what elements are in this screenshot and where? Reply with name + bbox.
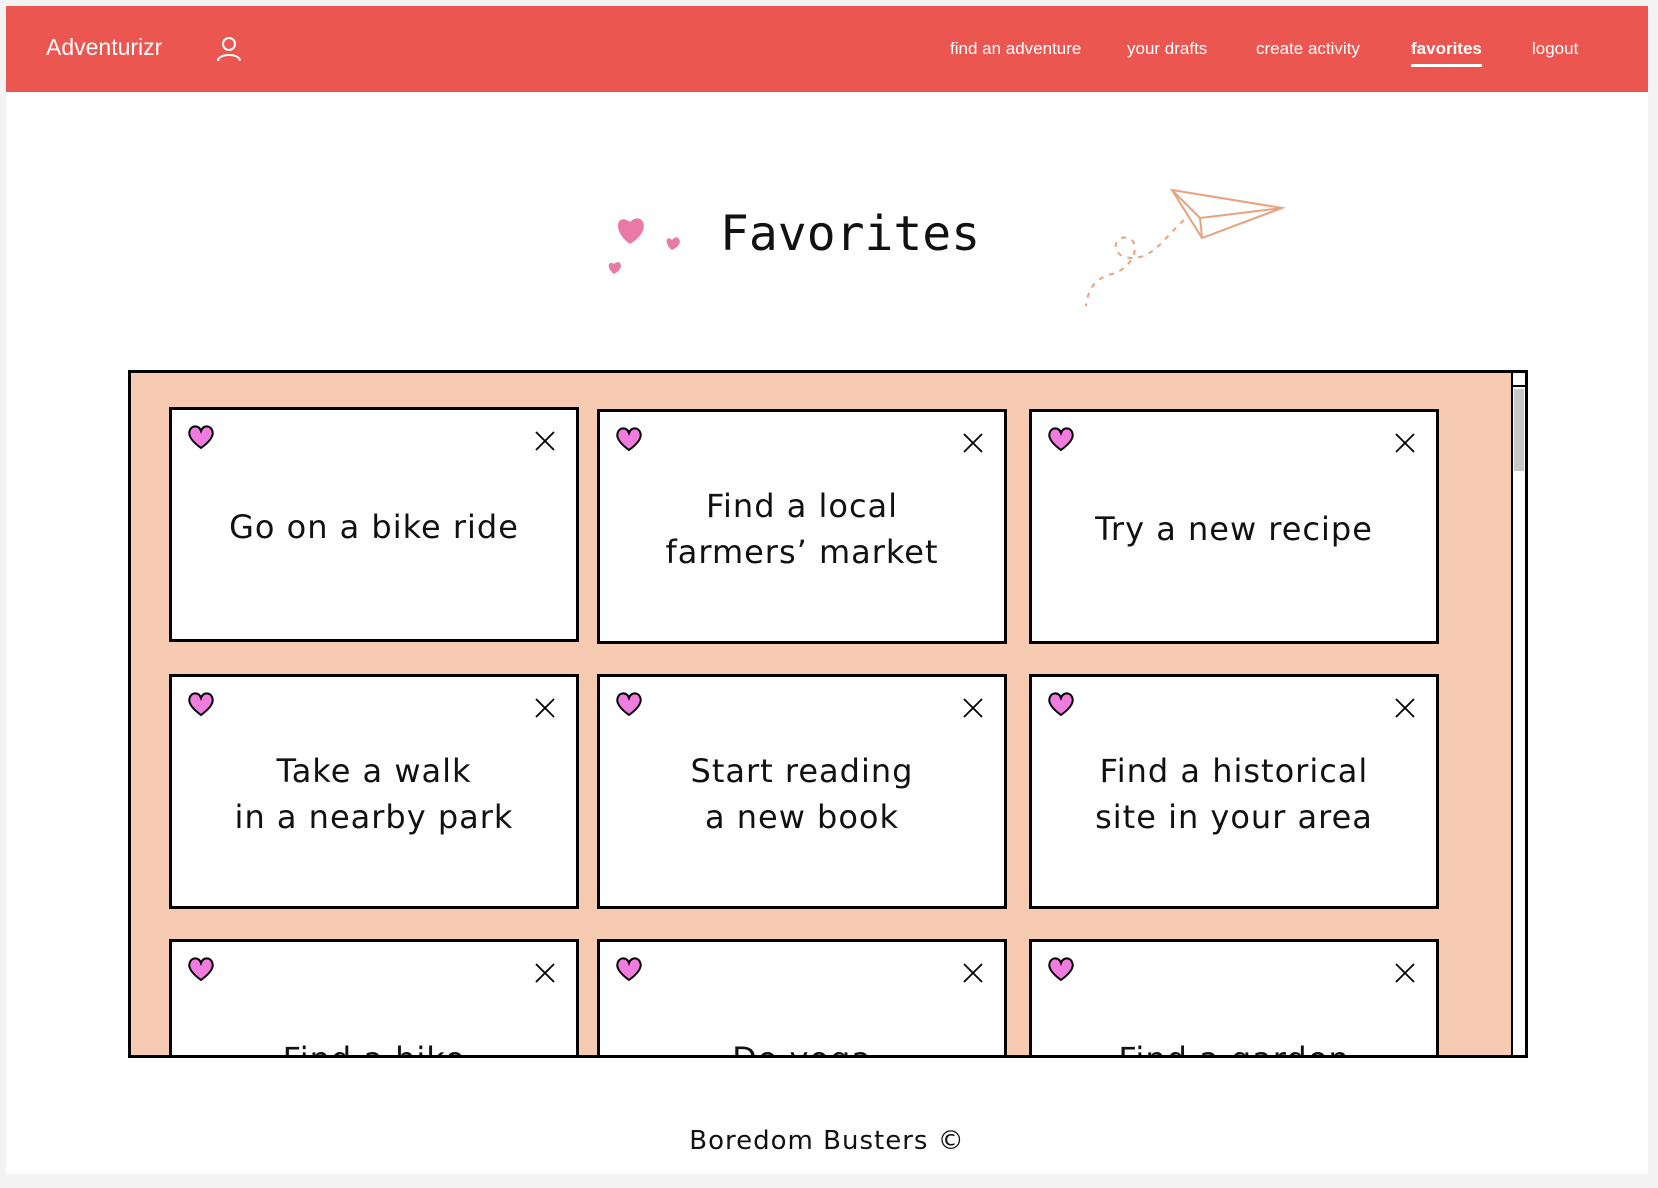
favorite-card[interactable]: Go on a bike ride bbox=[169, 407, 579, 642]
user-profile-icon[interactable] bbox=[216, 36, 242, 62]
card-label: Take a walk in a nearby park bbox=[234, 751, 514, 836]
scroll-thumb[interactable] bbox=[1514, 389, 1524, 471]
favorite-card[interactable]: Find a garden bbox=[1029, 939, 1439, 1056]
favorites-panel: Go on a bike ride Find a local farmers’ … bbox=[128, 370, 1528, 1058]
favorite-card[interactable]: Find a local farmers’ market bbox=[597, 409, 1007, 644]
card-label: Find a historical site in your area bbox=[1095, 751, 1373, 836]
favorite-card[interactable]: Try a new recipe bbox=[1029, 409, 1439, 644]
card-label: Find a garden bbox=[1032, 942, 1436, 1056]
footer-text: Boredom Busters © bbox=[689, 1126, 965, 1156]
paper-plane-decoration-icon bbox=[1085, 188, 1286, 307]
card-label: Try a new recipe bbox=[1095, 509, 1373, 548]
card-label: Go on a bike ride bbox=[229, 507, 519, 546]
page: Adventurizr find an adventure your draft… bbox=[6, 6, 1648, 1174]
nav-logout[interactable]: logout bbox=[1532, 39, 1578, 59]
card-label: Start reading a new book bbox=[690, 751, 914, 836]
panel-scrollbar[interactable] bbox=[1511, 373, 1525, 1055]
favorite-card[interactable]: Do yoga bbox=[597, 939, 1007, 1056]
favorite-card[interactable]: Find a hike bbox=[169, 939, 579, 1056]
card-label: Find a local farmers’ market bbox=[665, 486, 939, 571]
favorite-card[interactable]: Find a historical site in your area bbox=[1029, 674, 1439, 909]
page-title: Favorites bbox=[720, 206, 981, 262]
nav-find-adventure[interactable]: find an adventure bbox=[950, 39, 1081, 59]
nav-create-activity[interactable]: create activity bbox=[1256, 39, 1360, 59]
scroll-up-arrow[interactable] bbox=[1513, 373, 1525, 387]
hearts-decoration-icon bbox=[608, 218, 680, 274]
nav-favorites[interactable]: favorites bbox=[1411, 39, 1482, 67]
favorite-card[interactable]: Start reading a new book bbox=[597, 674, 1007, 909]
card-label: Do yoga bbox=[600, 942, 1004, 1056]
favorite-card[interactable]: Take a walk in a nearby park bbox=[169, 674, 579, 909]
brand-logo[interactable]: Adventurizr bbox=[46, 34, 162, 61]
card-label: Find a hike bbox=[172, 942, 576, 1056]
nav-your-drafts[interactable]: your drafts bbox=[1127, 39, 1207, 59]
top-navbar: Adventurizr find an adventure your draft… bbox=[6, 6, 1648, 92]
